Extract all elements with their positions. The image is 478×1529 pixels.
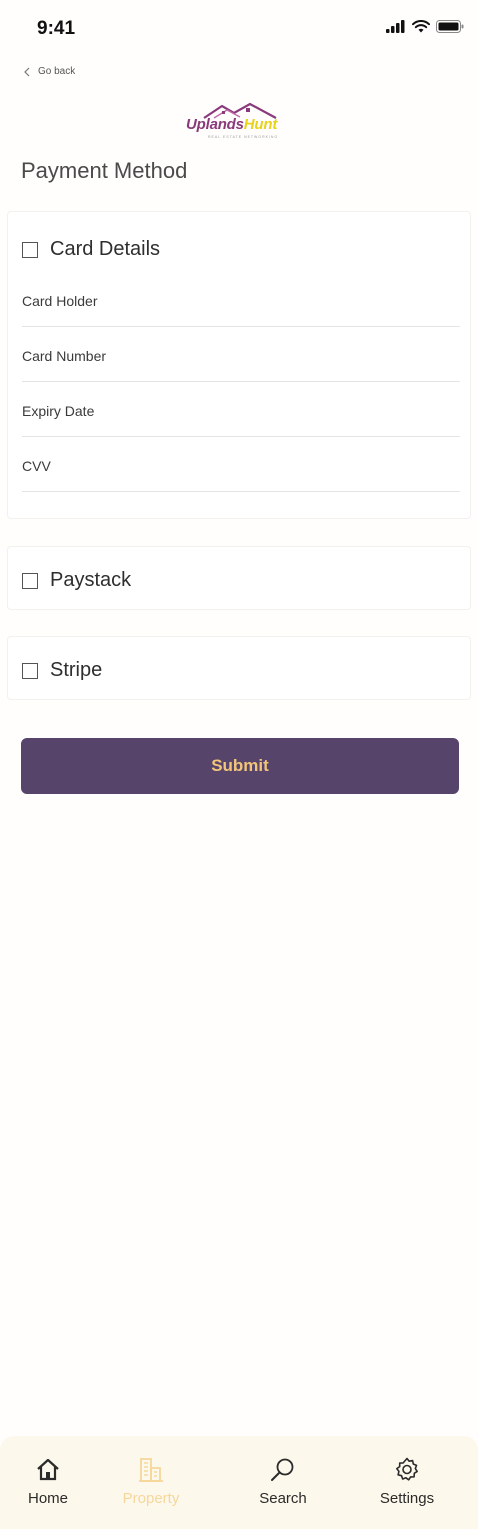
card-details-checkbox[interactable] <box>22 241 38 258</box>
tab-property-label: Property <box>122 1490 180 1507</box>
tab-settings-label: Settings <box>379 1490 435 1507</box>
tab-search-label: Search <box>259 1490 307 1507</box>
status-icons <box>386 20 464 33</box>
card-details-panel: Card Details <box>7 211 471 519</box>
go-back-link[interactable]: Go back <box>24 66 75 77</box>
stripe-label: Stripe <box>50 659 103 681</box>
stripe-checkbox[interactable] <box>22 662 38 679</box>
tab-home[interactable]: Home <box>0 1436 98 1529</box>
building-icon <box>139 1458 163 1482</box>
logo-tagline: REAL ESTATE NETWORKING <box>208 135 279 139</box>
card-holder-input[interactable] <box>22 272 460 326</box>
status-bar: 9:41 <box>0 0 478 56</box>
gear-icon <box>396 1457 418 1481</box>
tab-property[interactable]: Property <box>101 1436 201 1529</box>
chevron-left-icon <box>24 67 30 76</box>
logo-wordmark: UplandsHunt <box>186 116 278 133</box>
card-details-label: Card Details <box>50 238 161 260</box>
expiry-date-input[interactable] <box>22 382 460 436</box>
uplandshunt-logo: UplandsHunt REAL ESTATE NETWORKING <box>186 102 294 144</box>
card-holder-field <box>22 272 460 327</box>
battery-icon <box>436 20 464 33</box>
stripe-option[interactable]: Stripe <box>22 659 102 682</box>
card-details-option[interactable]: Card Details <box>22 238 160 261</box>
tab-settings[interactable]: Settings <box>357 1436 457 1529</box>
page-title: Payment Method <box>21 158 188 183</box>
status-time: 9:41 <box>37 18 76 39</box>
paystack-checkbox[interactable] <box>22 572 38 589</box>
stripe-panel: Stripe <box>7 636 471 700</box>
paystack-label: Paystack <box>50 569 132 591</box>
card-number-input[interactable] <box>22 327 460 381</box>
home-icon <box>37 1458 59 1481</box>
paystack-option[interactable]: Paystack <box>22 569 131 592</box>
cvv-field <box>22 437 460 492</box>
signal-icon <box>386 20 405 33</box>
tab-home-label: Home <box>27 1490 68 1507</box>
bottom-tab-bar: Home Property Search Settings <box>0 1436 478 1529</box>
tab-search[interactable]: Search <box>233 1436 333 1529</box>
submit-button[interactable]: Submit <box>21 738 459 794</box>
expiry-date-field <box>22 382 460 437</box>
card-number-field <box>22 327 460 382</box>
go-back-label: Go back <box>38 66 76 77</box>
paystack-panel: Paystack <box>7 546 471 610</box>
cvv-input[interactable] <box>22 437 460 491</box>
search-icon <box>271 1458 294 1481</box>
wifi-icon <box>412 20 430 33</box>
